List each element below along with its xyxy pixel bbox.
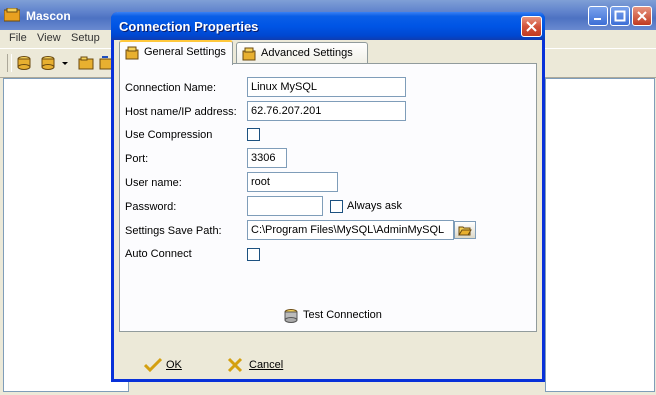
browse-folder-button[interactable] bbox=[454, 221, 476, 239]
toolbar-grip[interactable] bbox=[7, 54, 12, 72]
test-db-icon bbox=[284, 309, 298, 323]
connection-properties-dialog: Connection Properties General Settings A… bbox=[111, 12, 545, 382]
details-panel[interactable] bbox=[545, 78, 655, 392]
app-title: Mascon bbox=[26, 9, 71, 23]
db-settings-icon bbox=[125, 46, 139, 60]
dialog-title: Connection Properties bbox=[119, 19, 259, 34]
always-ask-label: Always ask bbox=[347, 200, 403, 212]
general-settings-panel: Connection Name: Host name/IP address: U… bbox=[119, 63, 537, 332]
password-input[interactable] bbox=[247, 196, 323, 216]
user-name-label: User name: bbox=[125, 177, 182, 189]
connect-db-icon[interactable] bbox=[16, 55, 32, 71]
minimize-button[interactable] bbox=[588, 6, 608, 26]
db-folder-icon[interactable] bbox=[78, 55, 94, 71]
menu-view[interactable]: View bbox=[37, 32, 61, 44]
dialog-close-button[interactable] bbox=[521, 16, 542, 37]
checkmark-icon bbox=[144, 357, 162, 373]
auto-connect-label: Auto Connect bbox=[125, 248, 192, 260]
mascon-logo-icon bbox=[4, 8, 20, 22]
close-icon bbox=[526, 21, 537, 32]
password-label: Password: bbox=[125, 201, 177, 213]
ok-label: OK bbox=[166, 359, 182, 371]
maximize-icon bbox=[614, 10, 626, 22]
use-compression-label: Use Compression bbox=[125, 129, 213, 141]
tab-advanced-label: Advanced Settings bbox=[261, 47, 353, 59]
db-dropdown-icon[interactable] bbox=[40, 55, 56, 71]
cancel-label: Cancel bbox=[249, 359, 284, 371]
save-path-label: Settings Save Path: bbox=[125, 225, 222, 237]
tab-general-label: General Settings bbox=[144, 46, 226, 58]
maximize-button[interactable] bbox=[610, 6, 630, 26]
tab-advanced-settings[interactable]: Advanced Settings bbox=[236, 42, 368, 64]
save-path-input[interactable] bbox=[247, 220, 454, 240]
connection-name-input[interactable] bbox=[247, 77, 406, 97]
tab-general-settings[interactable]: General Settings bbox=[119, 40, 233, 65]
port-input[interactable] bbox=[247, 148, 287, 168]
auto-connect-checkbox[interactable] bbox=[247, 248, 260, 261]
minimize-icon bbox=[594, 18, 601, 20]
menu-setup[interactable]: Setup bbox=[71, 32, 100, 44]
host-label: Host name/IP address: bbox=[125, 106, 237, 118]
close-icon bbox=[637, 11, 647, 21]
connection-name-label: Connection Name: bbox=[125, 82, 217, 94]
chevron-down-icon[interactable] bbox=[62, 55, 68, 71]
db-advanced-icon bbox=[242, 47, 256, 61]
use-compression-checkbox[interactable] bbox=[247, 128, 260, 141]
cancel-x-icon bbox=[227, 357, 243, 373]
host-input[interactable] bbox=[247, 101, 406, 121]
dialog-titlebar[interactable]: Connection Properties bbox=[111, 12, 545, 40]
always-ask-checkbox[interactable] bbox=[330, 200, 343, 213]
open-folder-icon bbox=[458, 226, 472, 236]
port-label: Port: bbox=[125, 153, 149, 165]
parent-close-button[interactable] bbox=[632, 6, 652, 26]
user-name-input[interactable] bbox=[247, 172, 338, 192]
test-connection-label: Test Connection bbox=[303, 309, 382, 321]
menu-file[interactable]: File bbox=[9, 32, 27, 44]
